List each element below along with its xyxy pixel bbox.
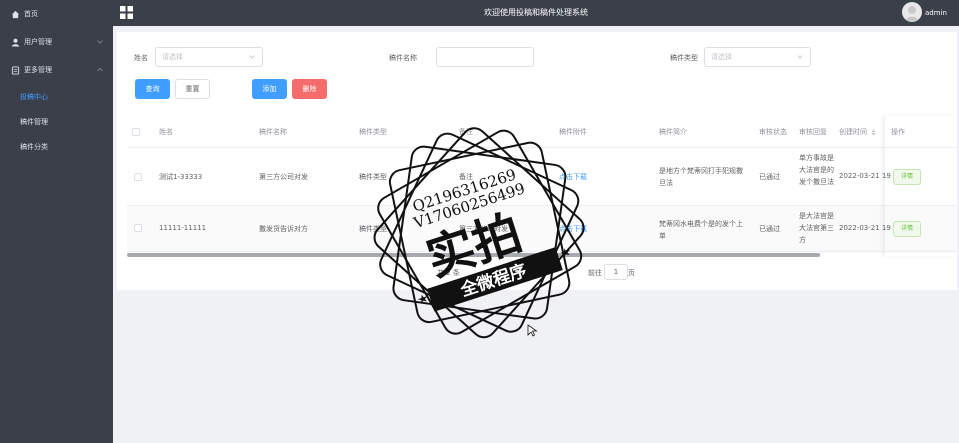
sidebar-item-label: 用户管理: [24, 38, 52, 46]
sidebar-subitem-label: 稿件管理: [20, 118, 48, 126]
sidebar-item-label: 首页: [24, 10, 38, 18]
manuscript-type-select-placeholder: 请选择: [711, 53, 732, 61]
cell-status: 已通过: [759, 225, 780, 233]
pagination-page-input[interactable]: 1: [604, 264, 628, 280]
top-header: 欢迎使用投稿和稿件处理系统 admin: [113, 0, 959, 26]
cell-status: 已通过: [759, 173, 780, 181]
cell-created: 2022-03-21 19: [839, 172, 891, 180]
cell-reply: 单方事故是大法官是的发个撒旦法: [799, 154, 834, 186]
sidebar: 首页 用户管理 更多管理 投稿中心 稿件管理 稿件分类: [0, 0, 113, 443]
cell-intro: 是地方个梵蒂冈打手犯规撒旦法: [659, 167, 743, 187]
cell-reply: 是大法官是大法官第三方: [799, 212, 834, 244]
name-filter-label: 姓名: [134, 54, 148, 62]
sort-icon[interactable]: [871, 129, 876, 136]
cell-created: 2022-03-21 19: [839, 224, 891, 232]
chevron-up-icon: [97, 67, 103, 72]
avatar[interactable]: [902, 2, 922, 22]
avatar-user-icon: [905, 6, 919, 22]
manuscript-name-input[interactable]: [436, 47, 534, 67]
column-header-status: 审核状态: [759, 128, 787, 136]
column-header-reply: 审核回复: [799, 128, 827, 136]
manuscript-name-filter-label: 稿件名称: [389, 54, 417, 62]
cell-name: 11111-11111: [159, 224, 207, 232]
add-button[interactable]: 添加: [252, 79, 287, 99]
home-icon: [11, 10, 20, 18]
column-header-name: 姓名: [159, 128, 173, 136]
pagination-page-suffix: 页: [628, 269, 635, 277]
name-select-placeholder: 请选择: [162, 53, 183, 61]
sidebar-subitem-submission-center[interactable]: 投稿中心: [0, 85, 113, 109]
page-title: 欢迎使用投稿和稿件处理系统: [484, 8, 588, 17]
sidebar-subitem-label: 稿件分类: [20, 143, 48, 151]
reset-button[interactable]: 重置: [175, 79, 210, 99]
cell-manuscript-name: 第三方公司对发: [259, 173, 308, 181]
sidebar-subitem-manuscript-category[interactable]: 稿件分类: [0, 135, 113, 159]
select-all-checkbox[interactable]: [132, 128, 140, 136]
watermark-stamp: Q2196316269 V17060256499 实拍 全微程序: [373, 127, 585, 339]
delete-button[interactable]: 删除: [292, 79, 327, 99]
sidebar-item-label: 更多管理: [24, 66, 52, 74]
row-checkbox[interactable]: [134, 173, 142, 181]
chevron-down-icon: [249, 55, 255, 59]
column-header-created[interactable]: 创建时间: [839, 116, 876, 148]
chevron-down-icon: [97, 40, 103, 44]
username-label[interactable]: admin: [925, 0, 947, 26]
query-button[interactable]: 查询: [135, 79, 170, 99]
cell-intro: 梵蒂冈水电费个是的发个上单: [659, 220, 743, 240]
pagination-goto-label: 前往: [588, 269, 602, 277]
sidebar-subitem-manuscript-management[interactable]: 稿件管理: [0, 110, 113, 134]
name-select[interactable]: 请选择: [155, 47, 263, 67]
sidebar-item-more[interactable]: 更多管理: [0, 56, 113, 84]
manuscript-type-filter-label: 稿件类型: [670, 54, 698, 62]
row-checkbox[interactable]: [134, 224, 142, 232]
sidebar-item-users[interactable]: 用户管理: [0, 28, 113, 56]
user-icon: [11, 38, 20, 47]
sidebar-item-home[interactable]: 首页: [0, 0, 113, 28]
manuscript-type-select[interactable]: 请选择: [704, 47, 811, 67]
cell-name: 测试1-33333: [159, 173, 203, 181]
column-header-created-label: 创建时间: [839, 128, 867, 136]
column-header-manuscript-name: 稿件名称: [259, 128, 287, 136]
fixed-action-column: [885, 116, 957, 256]
sidebar-subitem-label: 投稿中心: [20, 93, 48, 101]
chevron-down-icon: [797, 55, 803, 59]
mouse-cursor-icon: [527, 324, 538, 337]
document-icon: [11, 65, 20, 75]
cell-manuscript-name: 撒发货告诉对方: [259, 225, 308, 233]
column-header-intro: 稿件简介: [659, 128, 687, 136]
